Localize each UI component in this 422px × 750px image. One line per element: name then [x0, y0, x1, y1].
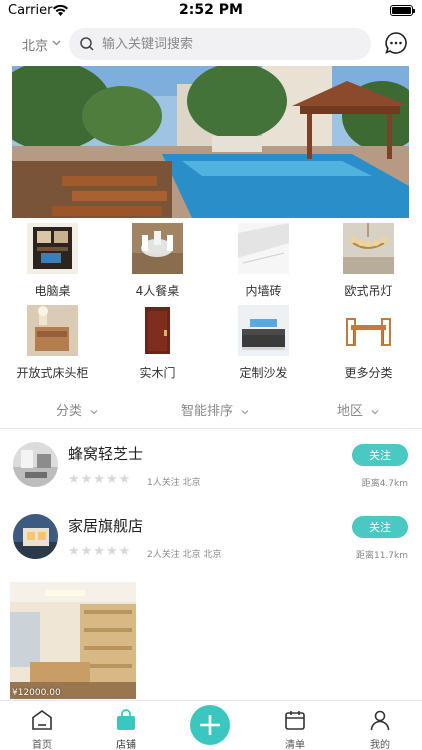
shop-meta: 2人关注 北京 北京: [147, 550, 222, 560]
category-label: 更多分类: [344, 366, 393, 380]
category-label: 电脑桌: [34, 284, 71, 298]
category-label: 内墙砖: [245, 284, 282, 298]
category-wall-tile[interactable]: 内墙砖: [211, 223, 316, 305]
product-card[interactable]: ¥12000.00: [10, 582, 136, 699]
star-rating: ★★★★★: [68, 544, 132, 559]
banner-image[interactable]: [12, 66, 409, 218]
category-label: 定制沙发: [239, 366, 288, 380]
shop-meta: 1人关注 北京: [147, 478, 201, 488]
filter-label: 地区: [337, 404, 364, 419]
custom-sofa-thumbnail: [238, 305, 289, 356]
battery-icon: [390, 5, 415, 16]
search-input[interactable]: [102, 28, 357, 60]
tab-shop[interactable]: 店铺: [84, 701, 168, 750]
category-computer-desk[interactable]: 电脑桌: [0, 223, 105, 305]
filter-label: 分类: [56, 404, 83, 419]
category-label: 欧式吊灯: [344, 284, 393, 298]
tab-me[interactable]: 我的: [338, 701, 422, 750]
shop-distance: 距离11.7km: [355, 551, 408, 561]
wood-door-thumbnail: [132, 305, 183, 356]
shop-row[interactable]: 蜂窝轻芝士 ★★★★★ 1人关注 北京 关注 距离4.7km: [0, 442, 422, 510]
calendar-icon: [285, 711, 305, 730]
category-label: 实木门: [139, 366, 176, 380]
header: 北京: [0, 26, 422, 62]
category-label: 开放式床头柜: [16, 366, 89, 380]
shop-avatar: [13, 514, 58, 559]
add-button[interactable]: [190, 705, 230, 745]
tab-home[interactable]: 首页: [0, 701, 84, 750]
tab-label: 清单: [285, 740, 305, 750]
wall-tile-thumbnail: [238, 223, 289, 274]
shopping-bag-icon: [117, 709, 135, 730]
tab-label: 店铺: [116, 740, 136, 750]
follow-button[interactable]: 关注: [352, 444, 408, 466]
follow-button[interactable]: 关注: [352, 516, 408, 538]
product-image: [10, 582, 136, 699]
star-rating: ★★★★★: [68, 472, 132, 487]
chevron-down-icon: [241, 409, 249, 414]
chevron-down-icon[interactable]: [52, 38, 61, 47]
home-icon: [32, 710, 52, 730]
chat-bubble-icon[interactable]: [384, 31, 408, 55]
filter-category[interactable]: 分类: [56, 400, 98, 420]
shop-distance: 距离4.7km: [361, 479, 408, 489]
computer-desk-thumbnail: [27, 223, 78, 274]
shop-name: 蜂窝轻芝士: [68, 445, 144, 463]
category-custom-sofa[interactable]: 定制沙发: [211, 305, 316, 387]
more-categories-thumbnail: [343, 305, 394, 356]
filter-region[interactable]: 地区: [337, 400, 379, 420]
user-icon: [370, 710, 390, 731]
category-label: 4人餐桌: [135, 284, 180, 298]
search-icon: [80, 37, 94, 51]
tab-label: 首页: [32, 740, 52, 750]
filter-sort[interactable]: 智能排序: [181, 400, 249, 420]
category-nightstand[interactable]: 开放式床头柜: [0, 305, 105, 387]
tab-list[interactable]: 清单: [253, 701, 337, 750]
clock: 2:52 PM: [179, 2, 243, 18]
dining-table-thumbnail: [132, 223, 183, 274]
divider: [0, 428, 422, 429]
nightstand-thumbnail: [27, 305, 78, 356]
status-bar: Carrier 2:52 PM: [0, 0, 422, 22]
filter-label: 智能排序: [181, 404, 234, 419]
category-dining-table[interactable]: 4人餐桌: [105, 223, 210, 305]
category-chandelier[interactable]: 欧式吊灯: [316, 223, 421, 305]
tab-label: 我的: [370, 740, 390, 750]
category-more[interactable]: 更多分类: [316, 305, 421, 387]
category-wood-door[interactable]: 实木门: [105, 305, 210, 387]
shop-row[interactable]: 家居旗舰店 ★★★★★ 2人关注 北京 北京 关注 距离11.7km: [0, 514, 422, 582]
product-price: ¥12000.00: [12, 688, 61, 698]
chevron-down-icon: [90, 409, 98, 414]
city-selector[interactable]: 北京: [22, 35, 48, 54]
chevron-down-icon: [371, 409, 379, 414]
search-bar[interactable]: [69, 28, 371, 60]
banner-illustration: [12, 66, 409, 218]
shop-avatar: [13, 442, 58, 487]
plus-icon: [200, 715, 220, 735]
chandelier-thumbnail: [343, 223, 394, 274]
shop-name: 家居旗舰店: [68, 517, 144, 535]
